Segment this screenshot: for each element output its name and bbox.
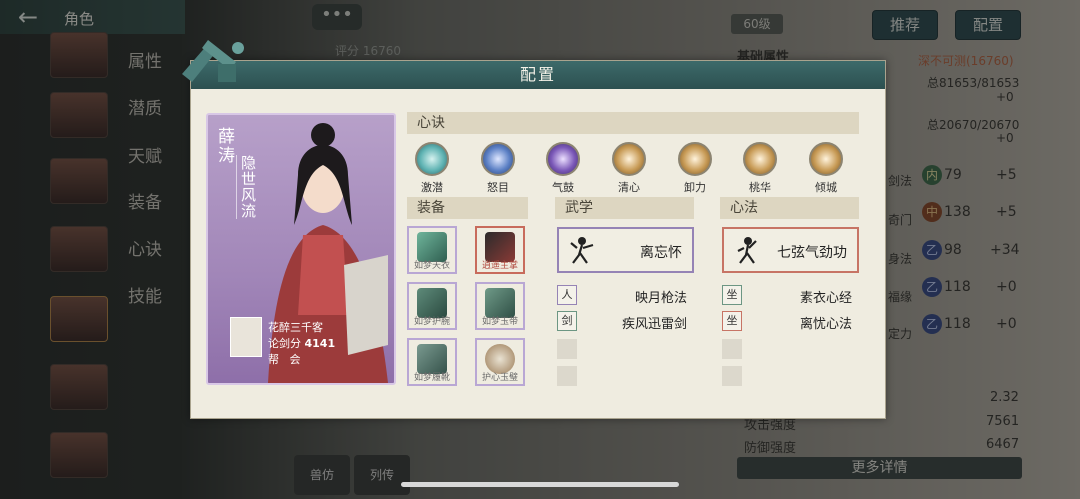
main-xinfa-slot[interactable]: 七弦气劲功 [722,227,859,273]
score-value: 4141 [304,337,336,350]
score-label: 论剑分 [268,337,301,350]
empty-xinfa-slot[interactable] [722,339,742,359]
xinjue-label: 激潜 [421,181,443,194]
xinjue-item[interactable]: 清心 [609,142,649,195]
equip-slot[interactable]: 如梦天衣 [407,226,457,274]
main-xinfa-name: 七弦气劲功 [777,245,847,261]
player-guild: 帮 会 [268,351,301,367]
xinjue-icon [678,142,712,176]
wuxue-name: 疾风迅雷剑 [621,317,687,332]
xinjue-item[interactable]: 激潜 [412,142,452,195]
xinjue-icon [546,142,580,176]
xinfa-item[interactable]: 坐 素衣心经 [722,285,852,307]
equip-header: 装备 [407,197,528,219]
character-card: 薛涛 隐世风流 花醉三千客 论剑分 4141 帮 会 [206,113,396,385]
xinfa-name: 离忧心法 [799,317,852,332]
equip-label: 如梦履靴 [413,373,450,383]
home-indicator[interactable] [401,482,679,487]
xinjue-icon [481,142,515,176]
wuxue-icon: 人 [557,285,577,305]
equip-slot[interactable]: 逍遥主掌 [475,226,525,274]
equip-label: 逍遥主掌 [481,261,518,271]
equip-slot[interactable]: 护心玉璧 [475,338,525,386]
dialog-title: 配置 [191,61,885,89]
empty-xinfa-slot[interactable] [722,366,742,386]
xinjue-label: 气鼓 [552,181,574,194]
xinfa-name: 素衣心经 [799,291,852,306]
guild-value: 会 [289,353,301,366]
ornament-icon [182,40,244,82]
player-name: 花醉三千客 [268,321,323,334]
wuxue-name: 映月枪法 [634,291,687,306]
player-score: 论剑分 4141 [268,335,335,351]
main-wuxue-slot[interactable]: 离忘怀 [557,227,694,273]
empty-wuxue-slot[interactable] [557,339,577,359]
xinjue-item[interactable]: 怒目 [478,142,518,195]
xinjue-item[interactable]: 卸力 [675,142,715,195]
equip-slot[interactable]: 如梦履靴 [407,338,457,386]
xinfa-icon: 坐 [722,285,742,305]
main-wuxue-name: 离忘怀 [640,245,682,261]
xinfa-icon: 坐 [722,311,742,331]
martial-figure-icon [737,237,757,264]
xinjue-item[interactable]: 桃华 [740,142,780,195]
xinjue-label: 怒目 [487,181,509,194]
xinjue-icon [415,142,449,176]
wuxue-item[interactable]: 人 映月枪法 [557,285,687,307]
empty-wuxue-slot[interactable] [557,366,577,386]
guild-label: 帮 [268,353,279,366]
equip-slot[interactable]: 如梦玉带 [475,282,525,330]
martial-figure-icon [570,237,594,264]
equip-label: 如梦天衣 [413,261,450,271]
character-sect: 隐世风流 [236,155,259,219]
xinjue-icon [743,142,777,176]
xinjue-item[interactable]: 气鼓 [543,142,583,195]
xinjue-label: 卸力 [684,181,706,194]
equip-slot[interactable]: 如梦护腕 [407,282,457,330]
xinfa-item[interactable]: 坐 离忧心法 [722,311,852,333]
xinjue-label: 倾城 [815,181,837,194]
character-name: 薛涛 [214,127,234,165]
wuxue-header: 武学 [555,197,694,219]
equip-label: 护心玉璧 [481,373,518,383]
xinjue-item[interactable]: 倾城 [806,142,846,195]
player-avatar [230,317,262,357]
xinfa-header: 心法 [720,197,859,219]
equip-label: 如梦玉带 [481,317,518,327]
xinjue-label: 清心 [618,181,640,194]
wuxue-item[interactable]: 剑 疾风迅雷剑 [557,311,687,333]
xinjue-header: 心诀 [407,112,859,134]
equip-label: 如梦护腕 [413,317,450,327]
xinjue-icon [612,142,646,176]
xinjue-label: 桃华 [749,181,771,194]
xinjue-icon [809,142,843,176]
wuxue-icon: 剑 [557,311,577,331]
